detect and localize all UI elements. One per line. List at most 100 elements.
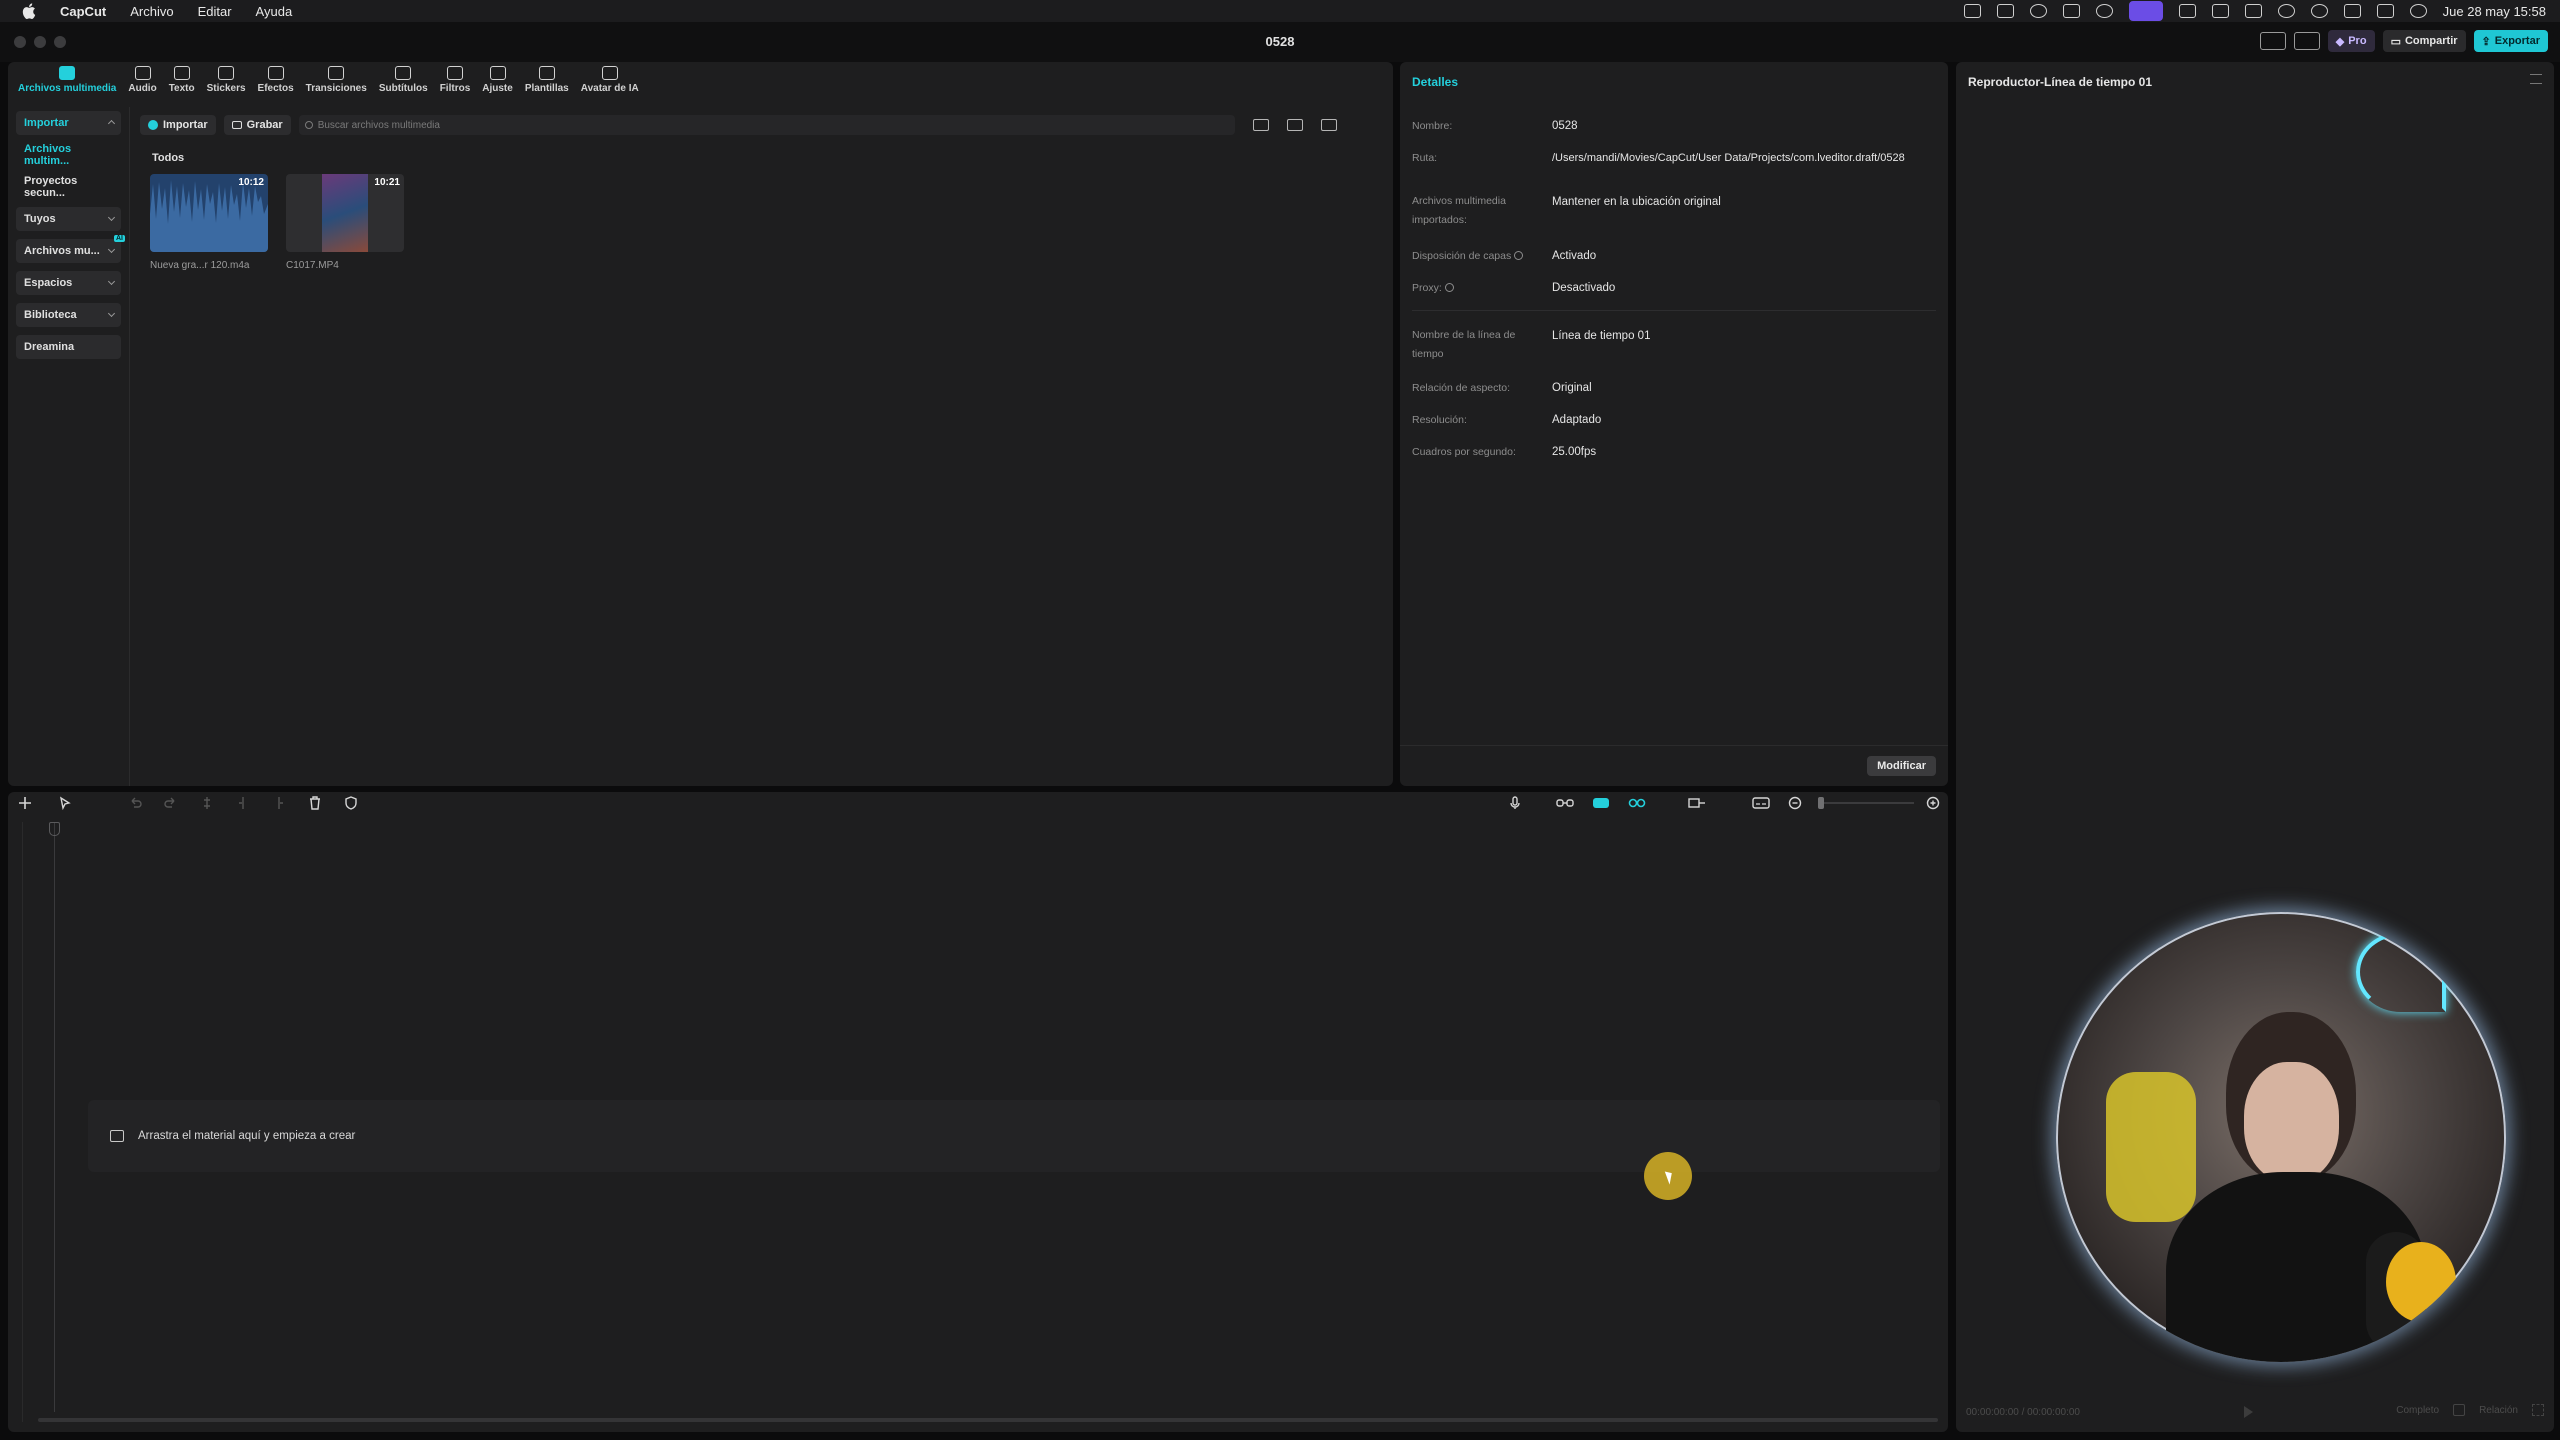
dropbox-icon[interactable]: [2178, 4, 2196, 18]
delete-icon[interactable]: [308, 796, 322, 810]
undo-icon[interactable]: [128, 796, 142, 810]
snapshot-icon[interactable]: [2453, 1404, 2466, 1416]
import-button[interactable]: Importar: [140, 115, 216, 135]
tab-effects[interactable]: Efectos: [252, 62, 300, 94]
person-face-shape: [2244, 1062, 2339, 1182]
tab-adjust[interactable]: Ajuste: [476, 62, 519, 94]
timeline-scrollbar[interactable]: [38, 1418, 1938, 1422]
detail-label: Resolución:: [1412, 414, 1467, 426]
shield-icon[interactable]: [344, 796, 358, 810]
cloud-icon[interactable]: [2029, 4, 2047, 18]
play-icon[interactable]: [2244, 1406, 2253, 1418]
media-item-video[interactable]: 10:21: [286, 174, 404, 252]
apple-icon[interactable]: [22, 3, 36, 19]
tab-label: Subtítulos: [378, 83, 428, 94]
record-label: Grabar: [246, 119, 283, 131]
clipboard-icon[interactable]: [2211, 4, 2229, 18]
sidebar-item-library[interactable]: Biblioteca: [16, 303, 121, 327]
spotlight-icon[interactable]: [2310, 4, 2328, 18]
tab-ai-avatar[interactable]: Avatar de IA: [575, 62, 645, 94]
layout-icon[interactable]: [2259, 32, 2286, 50]
select-tool-icon[interactable]: [58, 796, 72, 810]
menu-icon[interactable]: [2530, 74, 2542, 84]
section-label: Todos: [152, 152, 185, 164]
sidebar-item-import[interactable]: Importar: [16, 111, 121, 135]
media-item-audio[interactable]: 10:12: [150, 174, 268, 252]
preview-axis-icon[interactable]: [1688, 796, 1706, 810]
screen-record-icon[interactable]: [1996, 4, 2014, 18]
zoom-slider-knob[interactable]: [1818, 797, 1824, 809]
share-button[interactable]: ▭ Compartir: [2382, 30, 2466, 52]
sidebar-item-yours[interactable]: Tuyos: [16, 207, 121, 231]
battery-icon[interactable]: [2244, 4, 2262, 18]
wifi-icon[interactable]: [2277, 4, 2295, 18]
pro-label: Pro: [2348, 35, 2367, 47]
export-button[interactable]: ⇪ Exportar: [2473, 30, 2548, 52]
sort-icon[interactable]: [1286, 119, 1303, 131]
playhead[interactable]: [49, 822, 60, 1412]
split-right-icon[interactable]: [272, 796, 286, 810]
grid-icon[interactable]: [1963, 4, 1981, 18]
tab-subtitles[interactable]: Subtítulos: [373, 62, 434, 94]
tab-templates[interactable]: Plantillas: [519, 62, 575, 94]
ai-badge: AI: [114, 235, 125, 242]
zoom-out-icon[interactable]: [1788, 796, 1802, 810]
tab-filters[interactable]: Filtros: [434, 62, 477, 94]
tab-transitions[interactable]: Transiciones: [300, 62, 373, 94]
auto-snap-icon[interactable]: [1628, 796, 1646, 810]
subtitle-track-icon[interactable]: [1752, 796, 1770, 810]
tab-stickers[interactable]: Stickers: [201, 62, 252, 94]
redo-icon[interactable]: [164, 796, 178, 810]
help-icon[interactable]: [1444, 283, 1454, 292]
control-center-icon[interactable]: [2376, 4, 2394, 18]
split-left-icon[interactable]: [236, 796, 250, 810]
detail-value: 0528: [1552, 120, 1578, 132]
fullscreen-icon[interactable]: [2532, 1404, 2544, 1416]
menu-editar[interactable]: Editar: [198, 4, 232, 19]
audio-icon: [134, 66, 151, 80]
ratio-button[interactable]: Relación: [2479, 1405, 2518, 1416]
filters-icon: [446, 66, 463, 80]
shortcuts-icon[interactable]: [2293, 32, 2320, 50]
sidebar-item-dreamina[interactable]: Dreamina: [16, 335, 121, 359]
zoom-in-icon[interactable]: [1926, 796, 1940, 810]
cursor-arrow-icon: [1664, 1169, 1676, 1185]
sticker-icon: [218, 66, 235, 80]
tab-media[interactable]: Archivos multimedia: [12, 62, 122, 94]
tab-audio[interactable]: Audio: [122, 62, 162, 94]
detail-value: Original: [1552, 382, 1592, 394]
menu-ayuda[interactable]: Ayuda: [256, 4, 293, 19]
sidebar-item-media-files[interactable]: Archivos multim...: [16, 143, 121, 167]
menu-archivo[interactable]: Archivo: [130, 4, 173, 19]
record-button[interactable]: Grabar: [223, 115, 291, 135]
screen-share-icon[interactable]: [2128, 1, 2163, 21]
siri-icon[interactable]: [2409, 4, 2427, 18]
zoom-slider[interactable]: [1818, 797, 1914, 809]
volume-icon[interactable]: [2343, 4, 2361, 18]
filter-icon[interactable]: [1320, 119, 1337, 131]
full-quality-button[interactable]: Completo: [2396, 1405, 2439, 1416]
modify-button[interactable]: Modificar: [1867, 756, 1936, 776]
sidebar-item-spaces[interactable]: Espacios: [16, 271, 121, 295]
sidebar-item-ai-media[interactable]: Archivos mu... AI: [16, 235, 125, 263]
app-menu[interactable]: CapCut: [60, 4, 106, 19]
detail-label: Proxy:: [1412, 282, 1442, 294]
playhead-handle[interactable]: [49, 822, 60, 836]
detail-label: Nombre de la línea de tiempo: [1412, 329, 1516, 360]
grid-view-icon[interactable]: [1252, 119, 1269, 131]
window-icon[interactable]: [2062, 4, 2080, 18]
pro-button[interactable]: ◆ Pro: [2327, 30, 2375, 52]
microphone-icon[interactable]: [1508, 796, 1522, 810]
detail-label-wrap: Proxy:: [1412, 278, 1532, 298]
main-track-magnet-icon[interactable]: [1592, 796, 1610, 810]
tab-label: Transiciones: [305, 83, 367, 94]
add-track-icon[interactable]: [18, 796, 32, 810]
assistant-icon[interactable]: [2095, 4, 2113, 18]
link-clips-icon[interactable]: [1556, 796, 1574, 810]
sidebar-item-secondary-projects[interactable]: Proyectos secun...: [16, 175, 121, 199]
tab-text[interactable]: Texto: [163, 62, 201, 94]
search-input[interactable]: Buscar archivos multimedia: [298, 115, 1235, 135]
menu-clock[interactable]: Jue 28 may 15:58: [2443, 4, 2546, 19]
help-icon[interactable]: [1514, 251, 1524, 260]
split-icon[interactable]: [200, 796, 214, 810]
